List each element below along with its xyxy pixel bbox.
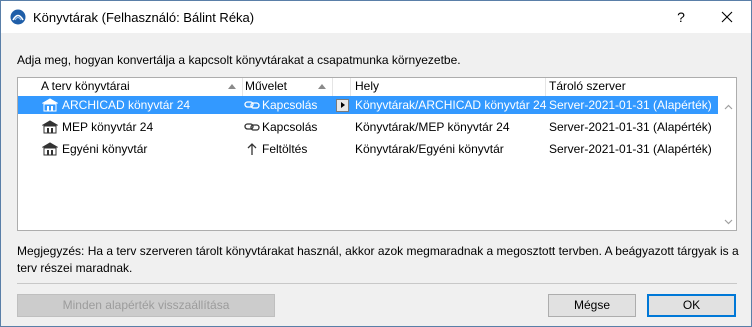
library-name: MEP könyvtár 24 — [62, 120, 154, 134]
sort-ascending-icon — [228, 84, 236, 89]
library-action: Feltöltés — [262, 142, 308, 156]
libraries-dialog: Könyvtárak (Felhasználó: Bálint Réka) ? … — [0, 0, 752, 327]
window-title: Könyvtárak (Felhasználó: Bálint Réka) — [33, 10, 255, 25]
note-text: Megjegyzés: Ha a terv szerveren tárolt k… — [17, 244, 739, 275]
arrow-up-icon — [247, 143, 257, 155]
column-header-action[interactable]: Művelet — [243, 78, 333, 96]
column-header-location[interactable]: Hely — [351, 78, 546, 96]
library-name: ARCHICAD könyvtár 24 — [62, 98, 191, 112]
library-building-icon — [42, 142, 58, 156]
column-header-libraries[interactable]: A terv könyvtárai — [18, 78, 243, 96]
action-menu-button[interactable] — [336, 99, 349, 112]
library-action: Kapcsolás — [262, 120, 318, 134]
title-bar: Könyvtárak (Felhasználó: Bálint Réka) ? — [1, 1, 751, 33]
close-icon — [721, 11, 733, 23]
ok-button[interactable]: OK — [647, 294, 736, 317]
instruction-text: Adja meg, hogyan konvertálja a kapcsolt … — [17, 53, 461, 67]
library-server: Server-2021-01-31 (Alapérték) — [549, 142, 712, 156]
scroll-down-arrow[interactable] — [721, 214, 736, 229]
archicad-logo-icon — [10, 9, 26, 25]
library-location: Könyvtárak/MEP könyvtár 24 — [355, 120, 510, 134]
library-server: Server-2021-01-31 (Alapérték) — [549, 120, 712, 134]
help-button[interactable]: ? — [659, 5, 703, 29]
separator — [17, 283, 737, 284]
cancel-button[interactable]: Mégse — [548, 294, 636, 317]
library-server: Server-2021-01-31 (Alapérték) — [549, 98, 712, 112]
column-header-spacer — [333, 78, 351, 96]
link-chain-icon — [244, 123, 260, 131]
close-button[interactable] — [705, 3, 749, 31]
sort-ascending-icon — [318, 84, 326, 89]
library-building-icon — [42, 98, 58, 112]
library-location: Könyvtárak/ARCHICAD könyvtár 24 — [355, 98, 547, 112]
scroll-up-arrow[interactable] — [721, 100, 736, 115]
table-row[interactable]: Egyéni könyvtár Feltöltés Könyvtárak/Egy… — [18, 140, 718, 158]
library-location: Könyvtárak/Egyéni könyvtár — [355, 142, 504, 156]
table-row[interactable]: ARCHICAD könyvtár 24 Kapcsolás Könyvtára… — [18, 96, 718, 114]
library-action: Kapcsolás — [262, 98, 318, 112]
library-name: Egyéni könyvtár — [62, 142, 148, 156]
column-header-server[interactable]: Tároló szerver — [546, 78, 736, 96]
reset-all-defaults-button[interactable]: Minden alapérték visszaállítása — [17, 294, 275, 317]
library-building-icon — [42, 120, 58, 134]
table-row[interactable]: MEP könyvtár 24 Kapcsolás Könyvtárak/MEP… — [18, 118, 718, 136]
link-chain-icon — [244, 101, 260, 109]
library-list[interactable]: A terv könyvtárai Művelet Hely Tároló sz… — [17, 77, 737, 231]
